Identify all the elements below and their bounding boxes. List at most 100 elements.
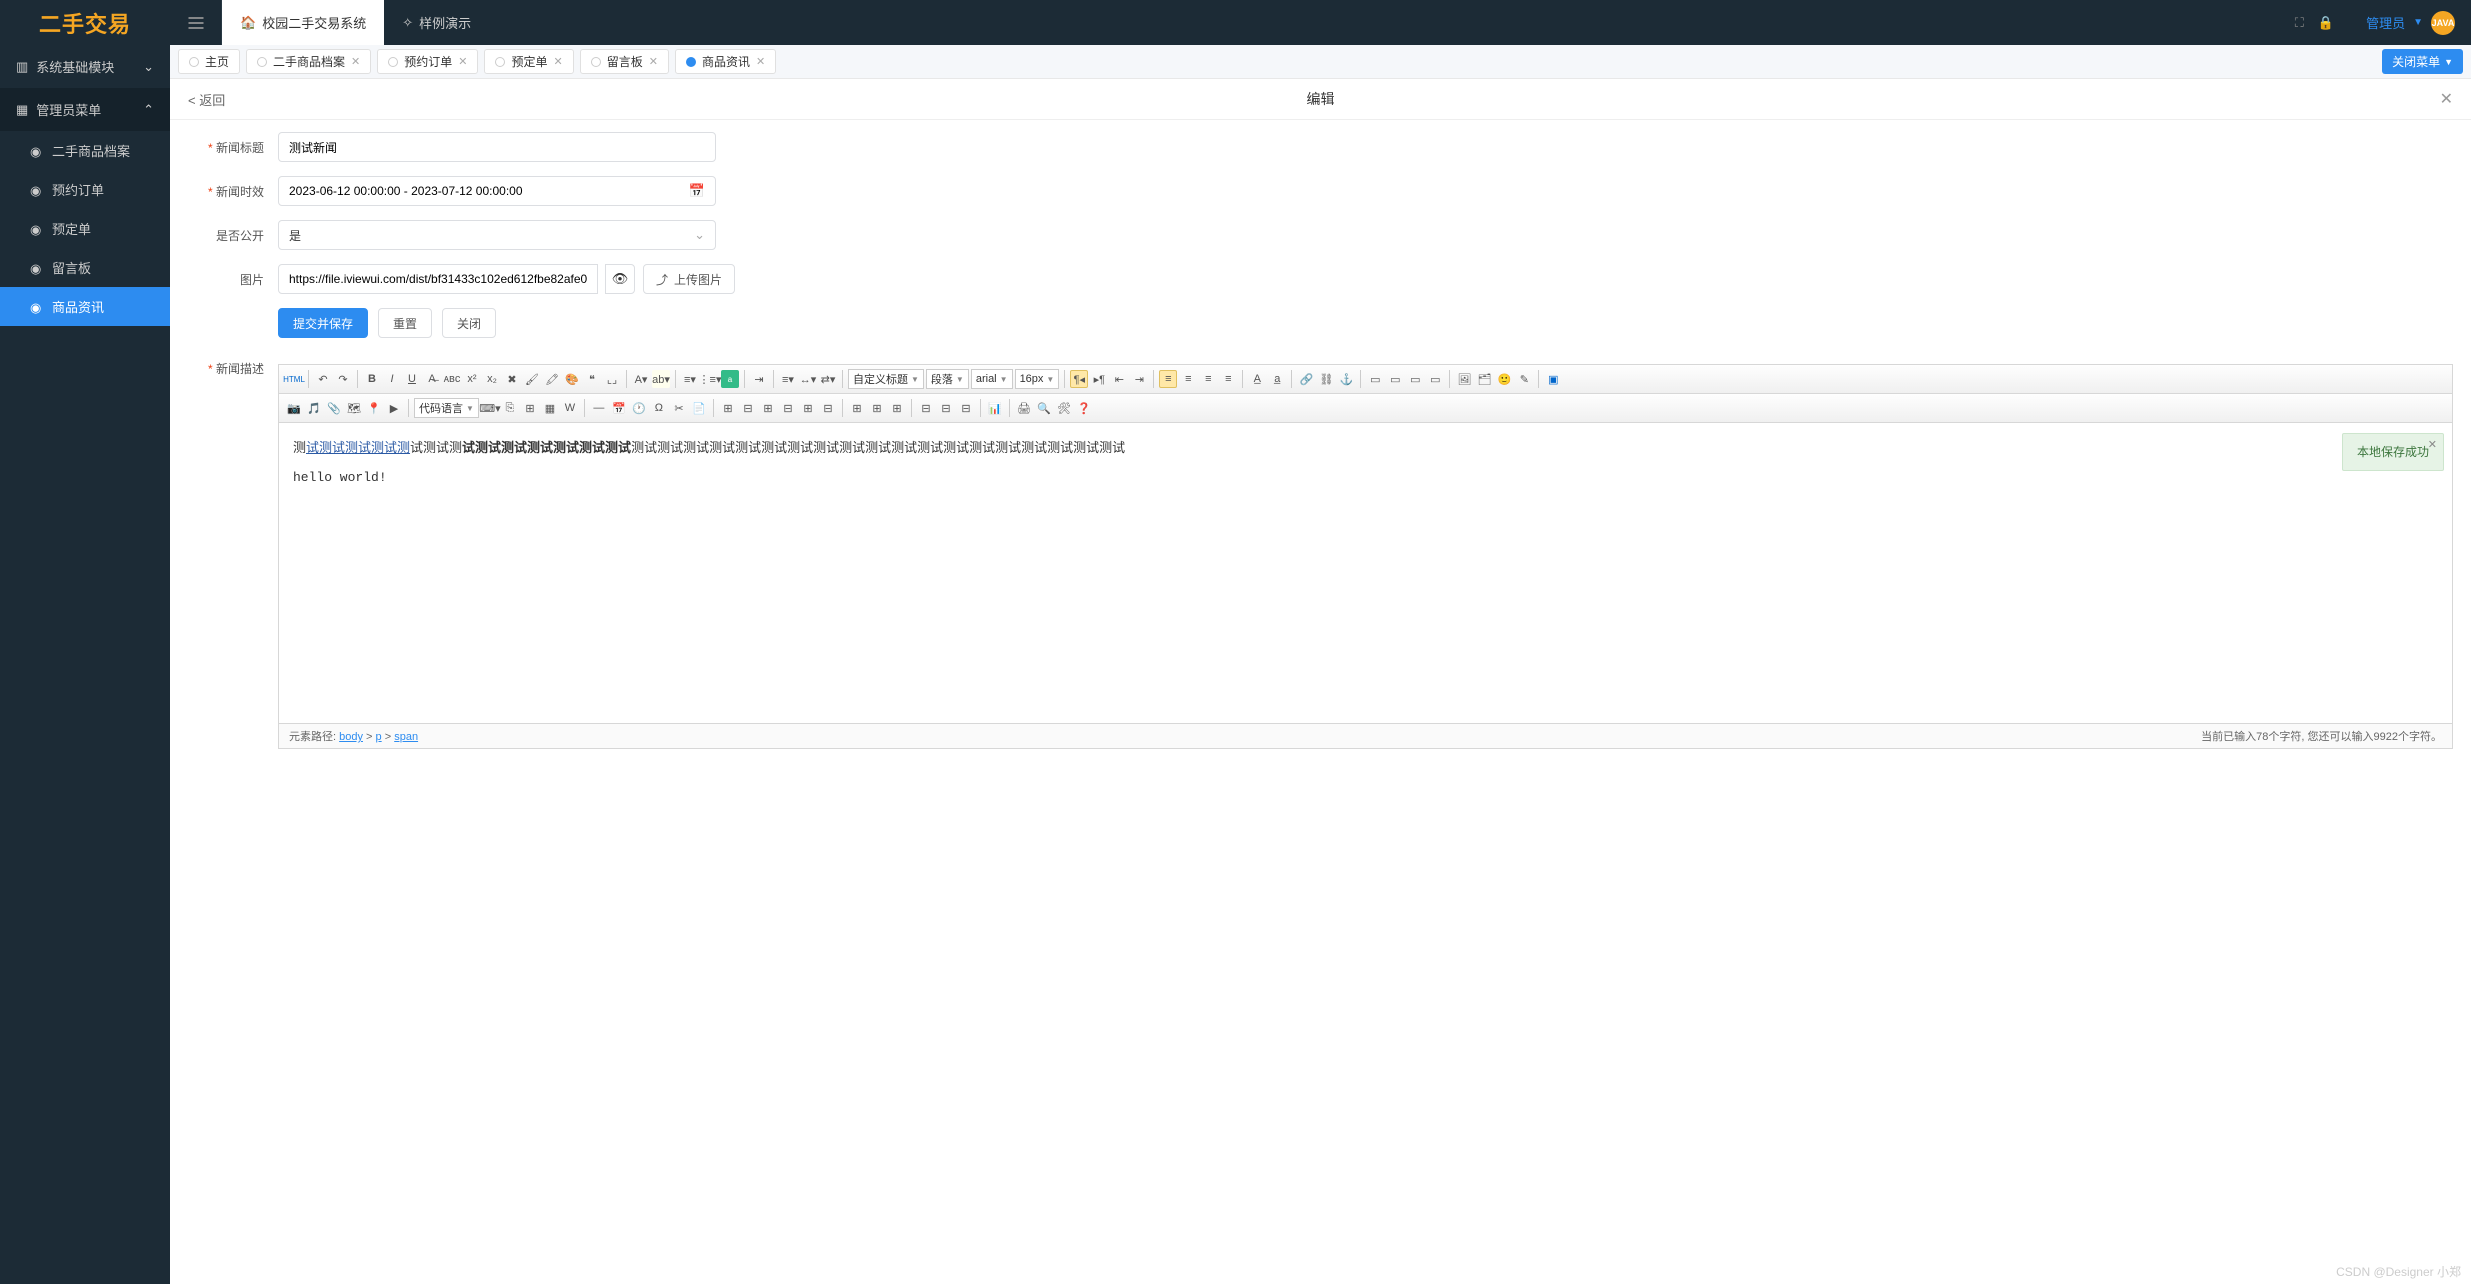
align-right-icon[interactable]: ≡ bbox=[1199, 370, 1217, 388]
back-button[interactable]: < 返回 bbox=[188, 90, 225, 109]
merge-right-icon[interactable]: ⊞ bbox=[868, 399, 886, 417]
strike-icon[interactable]: ᴀʙᴄ bbox=[443, 370, 461, 388]
input-news-time[interactable]: 📅 bbox=[278, 176, 716, 206]
link-icon[interactable]: 🔗 bbox=[1297, 370, 1315, 388]
subscript-icon[interactable]: x₂ bbox=[483, 370, 501, 388]
ordered-list-icon[interactable]: ≡▾ bbox=[681, 370, 699, 388]
flash-icon[interactable]: ▶ bbox=[385, 399, 403, 417]
insert-row-icon[interactable]: ⊞ bbox=[759, 399, 777, 417]
topnav-demo[interactable]: ✧ 样例演示 bbox=[384, 0, 489, 45]
input-news-title[interactable] bbox=[278, 132, 716, 162]
close-icon[interactable]: ✕ bbox=[756, 55, 765, 68]
gmap-icon[interactable]: 📍 bbox=[365, 399, 383, 417]
submit-button[interactable]: 提交并保存 bbox=[278, 308, 368, 338]
reset-button[interactable]: 重置 bbox=[378, 308, 432, 338]
indent-right-icon[interactable]: ⇥ bbox=[1130, 370, 1148, 388]
input-image-url[interactable] bbox=[278, 264, 598, 294]
letter-space-icon[interactable]: ⇄▾ bbox=[819, 370, 837, 388]
line-height-icon[interactable]: ≡▾ bbox=[779, 370, 797, 388]
close-notice-icon[interactable]: ✕ bbox=[2428, 436, 2437, 455]
close-menu-button[interactable]: 关闭菜单 ▼ bbox=[2382, 49, 2463, 74]
indent-left-icon[interactable]: ⇤ bbox=[1110, 370, 1128, 388]
sidebar-group-system[interactable]: ▥系统基础模块 ⌄ bbox=[0, 45, 170, 88]
multi-image-icon[interactable]: 🗂 bbox=[1475, 370, 1493, 388]
bg-color-icon[interactable]: ab▾ bbox=[652, 370, 670, 388]
indent-icon[interactable]: ⇥ bbox=[750, 370, 768, 388]
editor-textarea[interactable]: 测试测试测试测试测试测试测试测试测试测试测试测试测试测试测试测试测试测试测试测试… bbox=[279, 423, 2452, 723]
underline-icon[interactable]: U bbox=[403, 370, 421, 388]
merge-down-icon[interactable]: ⊞ bbox=[888, 399, 906, 417]
lock-icon[interactable]: 🔒 bbox=[2318, 15, 2334, 31]
anchor-icon[interactable]: ⚓ bbox=[1337, 370, 1355, 388]
help-icon[interactable]: ❓ bbox=[1075, 399, 1093, 417]
tab-home[interactable]: 主页 bbox=[178, 49, 240, 74]
delete-table-icon[interactable]: ⊟ bbox=[739, 399, 757, 417]
clear-format-icon[interactable]: ✖ bbox=[503, 370, 521, 388]
unordered-list-icon[interactable]: ⋮≡▾ bbox=[701, 370, 719, 388]
tab-reservation[interactable]: 预定单✕ bbox=[484, 49, 573, 74]
sidebar-item-messageboard[interactable]: ◉留言板 bbox=[0, 248, 170, 287]
charts-icon[interactable]: 📊 bbox=[986, 399, 1004, 417]
drafts-icon[interactable]: 🛠 bbox=[1055, 399, 1073, 417]
superscript-icon[interactable]: x² bbox=[463, 370, 481, 388]
quote-icon[interactable]: ❝ bbox=[583, 370, 601, 388]
close-icon[interactable]: ✕ bbox=[458, 55, 467, 68]
tab-appointment[interactable]: 预约订单✕ bbox=[377, 49, 478, 74]
scrawl-icon[interactable]: ✎ bbox=[1515, 370, 1533, 388]
abc-icon[interactable]: a bbox=[721, 370, 739, 388]
bold-icon[interactable]: B bbox=[363, 370, 381, 388]
text-icon[interactable]: A̶ bbox=[423, 370, 441, 388]
split-rows-icon[interactable]: ⊟ bbox=[937, 399, 955, 417]
char-space-icon[interactable]: ↔▾ bbox=[799, 370, 817, 388]
img-center-icon[interactable]: ▭ bbox=[1386, 370, 1404, 388]
fullscreen-icon[interactable]: ⛶ bbox=[2295, 15, 2304, 31]
delete-col-icon[interactable]: ⊟ bbox=[819, 399, 837, 417]
attachment-icon[interactable]: 📎 bbox=[325, 399, 343, 417]
image-icon[interactable]: 🖼 bbox=[1455, 370, 1473, 388]
align-justify-icon[interactable]: ≡ bbox=[1219, 370, 1237, 388]
sidebar-group-admin[interactable]: ▦管理员菜单 ⌃ bbox=[0, 88, 170, 131]
select-custom-title[interactable]: 自定义标题▼ bbox=[848, 369, 924, 389]
background-icon[interactable]: ▦ bbox=[541, 399, 559, 417]
select-public[interactable]: 是 ⌄ bbox=[278, 220, 716, 250]
ltr-icon[interactable]: ▸¶ bbox=[1090, 370, 1108, 388]
search-icon[interactable]: 🔍 bbox=[1035, 399, 1053, 417]
select-size[interactable]: 16px▼ bbox=[1015, 369, 1060, 389]
calendar-icon[interactable]: 📅 bbox=[689, 183, 705, 199]
delete-row-icon[interactable]: ⊟ bbox=[779, 399, 797, 417]
template-icon[interactable]: ⊞ bbox=[521, 399, 539, 417]
video-icon[interactable]: 📷 bbox=[285, 399, 303, 417]
sidebar-item-appointment[interactable]: ◉预约订单 bbox=[0, 170, 170, 209]
paint-icon[interactable]: 🖍 bbox=[543, 370, 561, 388]
map-icon[interactable]: 🗺 bbox=[345, 399, 363, 417]
date-icon[interactable]: 📅 bbox=[610, 399, 628, 417]
insert-code-icon[interactable]: ⌨▾ bbox=[481, 399, 499, 417]
close-icon[interactable]: ✕ bbox=[649, 55, 658, 68]
undo-icon[interactable]: ↶ bbox=[314, 370, 332, 388]
sidebar-item-news[interactable]: ◉商品资讯 bbox=[0, 287, 170, 326]
html-icon[interactable]: HTML bbox=[285, 370, 303, 388]
font-color-icon[interactable]: A▾ bbox=[632, 370, 650, 388]
close-panel-icon[interactable]: ✕ bbox=[2440, 89, 2453, 109]
music-icon[interactable]: 🎵 bbox=[305, 399, 323, 417]
table-icon[interactable]: ⊞ bbox=[719, 399, 737, 417]
select-font[interactable]: arial▼ bbox=[971, 369, 1013, 389]
pagebreak-icon[interactable]: ⎘ bbox=[501, 399, 519, 417]
lowercase-icon[interactable]: a̲ bbox=[1268, 370, 1286, 388]
img-none-icon[interactable]: ▭ bbox=[1426, 370, 1444, 388]
print-icon[interactable]: 🖨 bbox=[1015, 399, 1033, 417]
merge-cells-icon[interactable]: ⊞ bbox=[848, 399, 866, 417]
upload-button[interactable]: ⤴ 上传图片 bbox=[643, 264, 735, 294]
italic-icon[interactable]: I bbox=[383, 370, 401, 388]
align-center-icon[interactable]: ≡ bbox=[1179, 370, 1197, 388]
hr-icon[interactable]: — bbox=[590, 399, 608, 417]
snapscreen-icon[interactable]: ✂ bbox=[670, 399, 688, 417]
tab-messageboard[interactable]: 留言板✕ bbox=[580, 49, 669, 74]
redo-icon[interactable]: ↷ bbox=[334, 370, 352, 388]
tab-news[interactable]: 商品资讯✕ bbox=[675, 49, 776, 74]
uppercase-icon[interactable]: A̲ bbox=[1248, 370, 1266, 388]
align-left-icon[interactable]: ≡ bbox=[1159, 370, 1177, 388]
path-body[interactable]: body bbox=[339, 731, 363, 743]
path-span[interactable]: span bbox=[394, 731, 418, 743]
sidebar-item-reservation[interactable]: ◉预定单 bbox=[0, 209, 170, 248]
